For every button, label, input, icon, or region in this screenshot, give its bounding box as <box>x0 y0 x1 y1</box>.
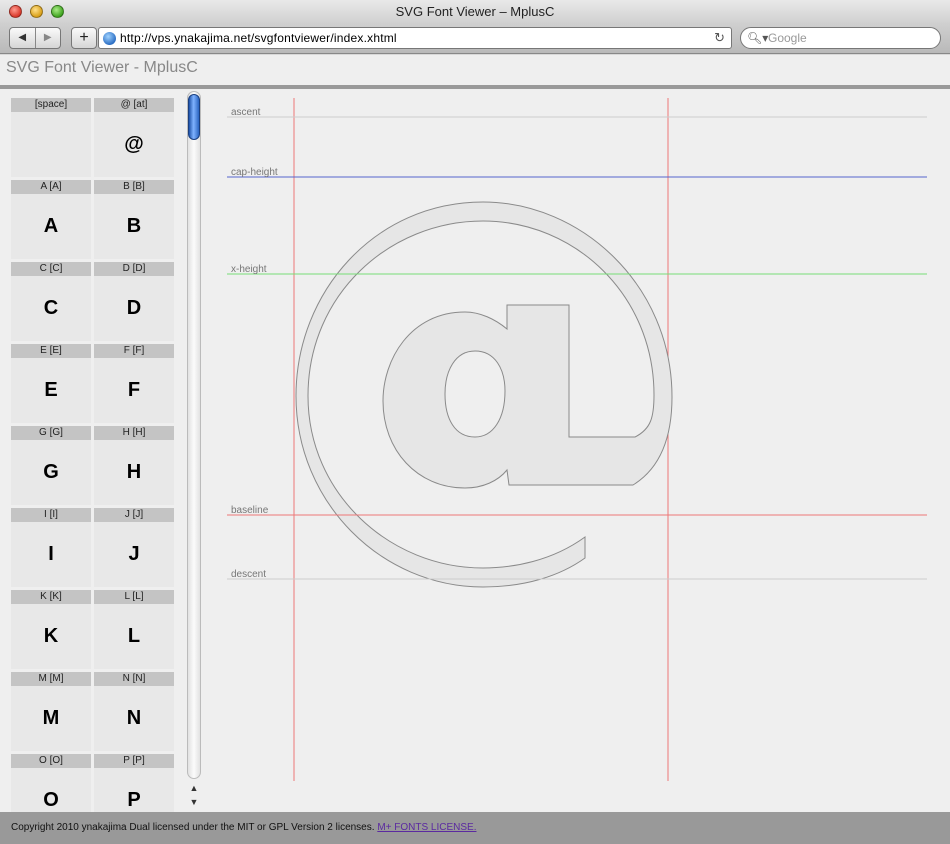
glyph-cell-label: E [E] <box>11 344 91 358</box>
nav-buttons: ◀ ▶ <box>9 27 61 49</box>
glyph-cell-preview: J <box>128 543 140 565</box>
page-title: SVG Font Viewer - MplusC <box>6 59 198 76</box>
glyph-cell-preview: A <box>43 215 59 237</box>
glyph-cell[interactable]: N [N] N <box>94 672 174 751</box>
glyph-grid: [space] @ [at] @ A [A] A B [B] B C [C] C D [D] D E … <box>11 98 174 812</box>
glyph-cell[interactable]: @ [at] @ <box>94 98 174 177</box>
glyph-cell-label: M [M] <box>11 672 91 686</box>
glyph-cell-preview: B <box>126 215 142 237</box>
glyph-cell[interactable]: B [B] B <box>94 180 174 259</box>
glyph-cell[interactable]: K [K] K <box>11 590 91 669</box>
window-title: SVG Font Viewer – MplusC <box>395 4 555 19</box>
glyph-cell-preview <box>11 112 91 177</box>
glyph-cell-preview: K <box>43 625 59 647</box>
glyph-cell[interactable]: C [C] C <box>11 262 91 341</box>
glyph-cell-preview: H <box>126 461 142 483</box>
glyph-cell-label: F [F] <box>94 344 174 358</box>
glyph-cell-preview: I <box>48 543 54 565</box>
glyph-cell[interactable]: A [A] A <box>11 180 91 259</box>
x-height-label: x-height <box>231 264 267 275</box>
glyph-cell-label: K [K] <box>11 590 91 604</box>
glyph-cell[interactable]: D [D] D <box>94 262 174 341</box>
glyph-cell-label: J [J] <box>94 508 174 522</box>
back-button[interactable]: ◀ <box>10 28 35 48</box>
glyph-cell[interactable]: P [P] P <box>94 754 174 812</box>
glyph-cell-label: @ [at] <box>94 98 174 112</box>
glyph-cell-label: A [A] <box>11 180 91 194</box>
glyph-cell-label: P [P] <box>94 754 174 768</box>
search-icon[interactable]: 🔍︎▾ <box>747 28 768 48</box>
page-footer: Copyright 2010 ynakajima Dual licensed u… <box>0 812 950 844</box>
add-bookmark-button[interactable]: + <box>71 27 97 49</box>
url-text[interactable]: http://vps.ynakajima.net/svgfontviewer/i… <box>120 28 397 48</box>
cap-height-label: cap-height <box>231 167 278 178</box>
globe-icon <box>103 32 116 45</box>
browser-toolbar: ◀ ▶ + http://vps.ynakajima.net/svgfontvi… <box>0 24 950 54</box>
ascent-label: ascent <box>231 107 261 118</box>
minimize-window-icon[interactable] <box>30 5 43 18</box>
glyph-cell-preview: G <box>43 461 59 483</box>
search-field[interactable]: 🔍︎▾ Google <box>740 27 941 49</box>
glyph-cell[interactable]: J [J] J <box>94 508 174 587</box>
glyph-cell-preview: E <box>44 379 58 401</box>
glyph-viewer: ascent cap-height x-height baseline desc… <box>205 89 950 812</box>
glyph-cell-preview: L <box>127 625 141 647</box>
glyph-cell[interactable]: I [I] I <box>11 508 91 587</box>
glyph-cell-label: N [N] <box>94 672 174 686</box>
copyright-text: Copyright 2010 ynakajima Dual licensed u… <box>11 822 375 833</box>
glyph-cell-label: C [C] <box>11 262 91 276</box>
descent-label: descent <box>231 569 266 580</box>
page-header: SVG Font Viewer - MplusC <box>0 55 950 85</box>
glyph-cell[interactable]: H [H] H <box>94 426 174 505</box>
search-placeholder: Google <box>768 31 807 45</box>
glyph-cell[interactable]: [space] <box>11 98 91 177</box>
glyph-cell[interactable]: E [E] E <box>11 344 91 423</box>
glyph-cell-label: L [L] <box>94 590 174 604</box>
selected-glyph-outline <box>295 201 673 588</box>
zoom-window-icon[interactable] <box>51 5 64 18</box>
address-bar[interactable]: http://vps.ynakajima.net/svgfontviewer/i… <box>98 27 732 49</box>
forward-button[interactable]: ▶ <box>34 28 61 48</box>
scroll-up-arrow[interactable]: ▲ <box>188 781 200 795</box>
reload-icon[interactable]: ↻ <box>714 28 725 48</box>
glyph-cell[interactable]: F [F] F <box>94 344 174 423</box>
glyph-cell-label: O [O] <box>11 754 91 768</box>
fonts-license-link[interactable]: M+ FONTS LICENSE. <box>377 822 476 833</box>
glyph-cell-label: G [G] <box>11 426 91 440</box>
glyph-cell-preview: N <box>126 707 142 729</box>
glyph-cell-label: D [D] <box>94 262 174 276</box>
glyph-cell[interactable]: L [L] L <box>94 590 174 669</box>
glyph-cell-preview: @ <box>124 133 144 155</box>
glyph-cell-label: I [I] <box>11 508 91 522</box>
scrollbar-track[interactable] <box>187 91 201 779</box>
glyph-cell-label: B [B] <box>94 180 174 194</box>
scrollbar-thumb[interactable] <box>188 94 200 140</box>
at-sign-outline <box>295 201 673 588</box>
glyph-cell-preview: D <box>126 297 142 319</box>
footer-text: Copyright 2010 ynakajima Dual licensed u… <box>11 822 477 833</box>
glyph-cell[interactable]: G [G] G <box>11 426 91 505</box>
glyph-cell-label: H [H] <box>94 426 174 440</box>
scroll-down-arrow[interactable]: ▼ <box>188 795 200 809</box>
glyph-cell-preview: M <box>42 707 60 729</box>
glyph-cell-preview: O <box>43 789 59 811</box>
glyph-list-panel: [space] @ [at] @ A [A] A B [B] B C [C] C D [D] D E … <box>0 89 205 812</box>
glyph-cell[interactable]: O [O] O <box>11 754 91 812</box>
close-window-icon[interactable] <box>9 5 22 18</box>
window-titlebar: SVG Font Viewer – MplusC <box>0 0 950 24</box>
glyph-cell-preview: P <box>127 789 141 811</box>
glyph-cell-preview: C <box>43 297 59 319</box>
glyph-cell[interactable]: M [M] M <box>11 672 91 751</box>
glyph-canvas: ascent cap-height x-height baseline desc… <box>227 98 927 781</box>
glyph-cell-preview: F <box>127 379 141 401</box>
baseline-label: baseline <box>231 505 269 516</box>
glyph-cell-label: [space] <box>11 98 91 112</box>
